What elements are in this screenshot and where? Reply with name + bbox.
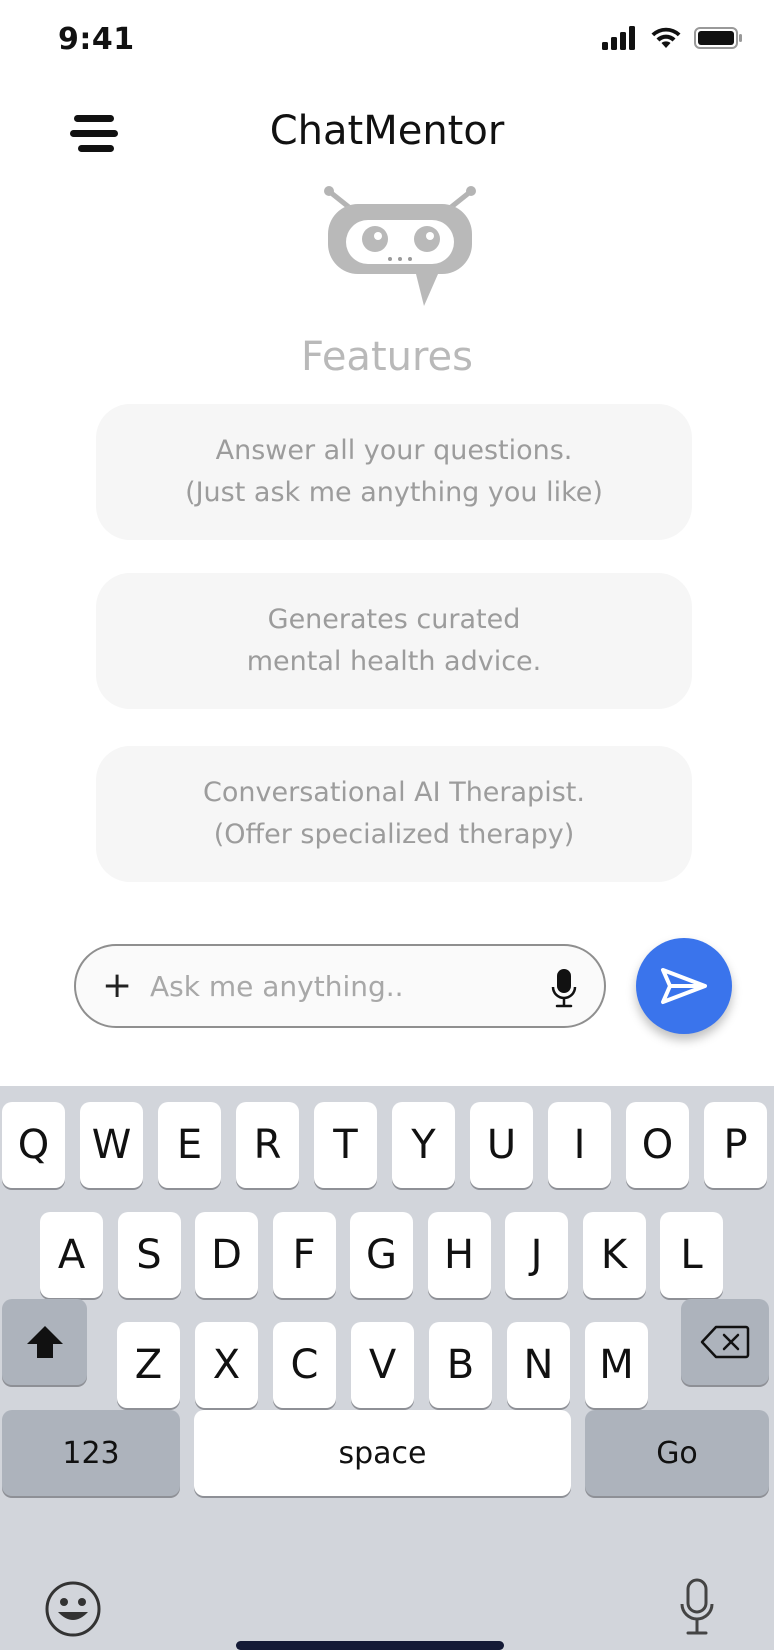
chatbot-logo-icon	[324, 186, 476, 306]
key-p[interactable]: P	[704, 1102, 767, 1188]
key-i[interactable]: I	[548, 1102, 611, 1188]
feature-card-line: (Offer specialized therapy)	[213, 819, 575, 850]
key-m[interactable]: M	[585, 1322, 648, 1408]
key-s[interactable]: S	[117, 1212, 181, 1298]
key-w[interactable]: W	[80, 1102, 143, 1188]
feature-card-advice[interactable]: Generates curated mental health advice.	[96, 573, 692, 709]
key-t[interactable]: T	[314, 1102, 377, 1188]
key-c[interactable]: C	[273, 1322, 336, 1408]
key-u[interactable]: U	[470, 1102, 533, 1188]
key-z[interactable]: Z	[117, 1322, 180, 1408]
cellular-signal-icon	[602, 26, 635, 50]
feature-card-line: Conversational AI Therapist.	[203, 777, 585, 808]
onscreen-keyboard: QWERTYUIOP ASDFGHJKL ZXCVBNM 123 space G…	[0, 1086, 774, 1650]
key-y[interactable]: Y	[392, 1102, 455, 1188]
status-time: 9:41	[58, 22, 135, 57]
home-indicator	[236, 1641, 504, 1650]
backspace-icon	[700, 1325, 750, 1359]
feature-card-therapist[interactable]: Conversational AI Therapist. (Offer spec…	[96, 746, 692, 882]
status-icons	[602, 26, 744, 50]
attach-plus-icon[interactable]: +	[102, 962, 132, 1010]
app-header: ChatMentor	[0, 100, 774, 170]
feature-card-line: mental health advice.	[246, 646, 542, 677]
status-bar: 9:41	[0, 0, 774, 84]
numbers-key[interactable]: 123	[2, 1410, 180, 1496]
key-o[interactable]: O	[626, 1102, 689, 1188]
key-v[interactable]: V	[351, 1322, 414, 1408]
key-x[interactable]: X	[195, 1322, 258, 1408]
microphone-icon[interactable]	[550, 968, 578, 1008]
wifi-icon	[651, 27, 681, 48]
key-h[interactable]: H	[427, 1212, 491, 1298]
send-icon	[661, 968, 707, 1004]
space-key[interactable]: space	[194, 1410, 571, 1496]
key-d[interactable]: D	[195, 1212, 258, 1298]
shift-key[interactable]	[2, 1299, 87, 1385]
shift-icon	[26, 1326, 63, 1358]
key-b[interactable]: B	[429, 1322, 492, 1408]
key-n[interactable]: N	[507, 1322, 570, 1408]
emoji-icon[interactable]	[44, 1580, 102, 1638]
key-a[interactable]: A	[40, 1212, 103, 1298]
key-r[interactable]: R	[236, 1102, 299, 1188]
key-k[interactable]: K	[582, 1212, 646, 1298]
feature-card-questions[interactable]: Answer all your questions. (Just ask me …	[96, 404, 692, 540]
key-l[interactable]: L	[660, 1212, 723, 1298]
key-q[interactable]: Q	[2, 1102, 65, 1188]
backspace-key[interactable]	[681, 1299, 769, 1385]
dictation-microphone-icon[interactable]	[678, 1578, 716, 1636]
message-input[interactable]	[150, 960, 530, 1012]
key-f[interactable]: F	[272, 1212, 336, 1298]
go-key[interactable]: Go	[585, 1410, 769, 1496]
message-composer: +	[74, 944, 606, 1028]
feature-card-line: Answer all your questions.	[215, 435, 573, 466]
key-g[interactable]: G	[350, 1212, 413, 1298]
app-title: ChatMentor	[269, 108, 505, 154]
send-button[interactable]	[636, 938, 732, 1034]
feature-card-line: Generates curated	[267, 604, 521, 635]
feature-card-line: (Just ask me anything you like)	[185, 477, 603, 508]
key-e[interactable]: E	[158, 1102, 221, 1188]
key-j[interactable]: J	[505, 1212, 568, 1298]
battery-icon	[694, 27, 742, 49]
features-heading: Features	[301, 334, 473, 380]
